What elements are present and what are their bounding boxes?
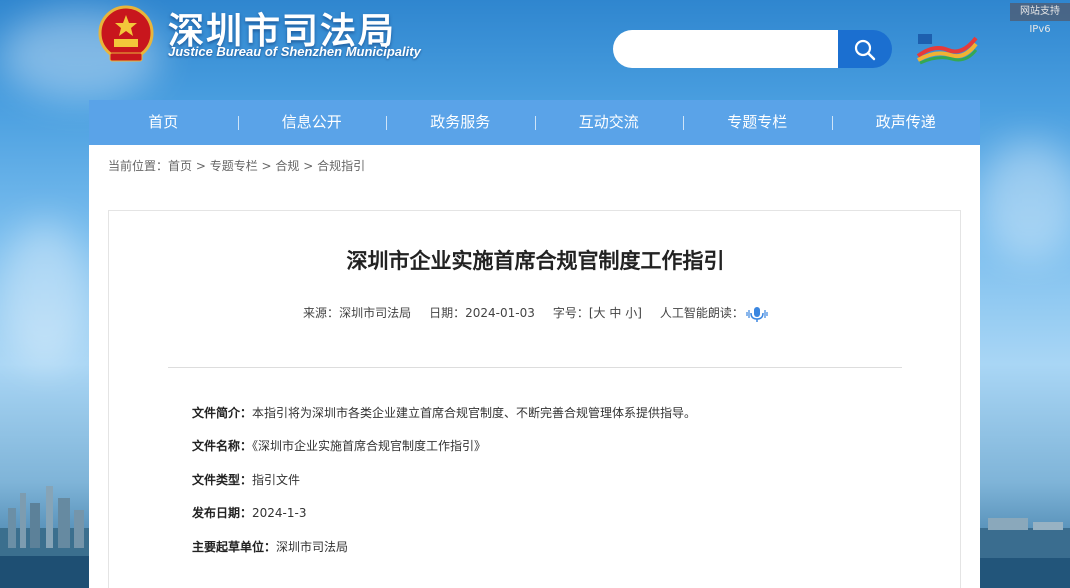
type-label: 文件类型： (192, 473, 253, 487)
nav-item-government-voice[interactable]: 政声传递 (831, 100, 981, 145)
font-size-medium-button[interactable]: 中 (609, 306, 621, 320)
nav-item-government-services[interactable]: 政务服务 (386, 100, 535, 145)
nav-item-interaction[interactable]: 互动交流 (534, 100, 684, 145)
info-row-type: 文件类型：指引文件 (192, 471, 300, 488)
breadcrumb-separator: > (192, 159, 210, 173)
national-emblem-icon[interactable] (98, 5, 154, 65)
shenzhen-china-logo-icon[interactable] (914, 30, 978, 66)
date-value: 2024-01-03 (465, 306, 535, 320)
ai-read-label: 人工智能朗读： (659, 306, 744, 320)
breadcrumb-link-home[interactable]: 首页 (168, 159, 192, 173)
drafter-value: 深圳市司法局 (276, 540, 349, 554)
microphone-icon[interactable] (746, 305, 768, 323)
city-skyline-right (978, 518, 1070, 588)
nav-item-home[interactable]: 首页 (89, 100, 238, 145)
article-title: 深圳市企业实施首席合规官制度工作指引 (346, 249, 725, 273)
info-row-summary: 文件简介：本指引将为深圳市各类企业建立首席合规官制度、不断完善合规管理体系提供指… (192, 404, 696, 421)
font-size-close-bracket: ] (637, 306, 642, 320)
cloud-decoration (980, 140, 1070, 260)
nav-item-special-topics[interactable]: 专题专栏 (683, 100, 832, 145)
breadcrumb-link-compliance-guide[interactable]: 合规指引 (317, 159, 365, 173)
pubdate-label: 发布日期： (192, 506, 253, 520)
font-size-small-button[interactable]: 小 (625, 306, 637, 320)
breadcrumb-separator: > (299, 159, 318, 173)
nav-item-info-disclosure[interactable]: 信息公开 (237, 100, 387, 145)
name-value: 《深圳市企业实施首席合规官制度工作指引》 (252, 439, 487, 453)
search-icon (854, 39, 876, 61)
search-button[interactable] (838, 30, 892, 68)
breadcrumb-link-special-topics[interactable]: 专题专栏 (210, 159, 258, 173)
font-size-large-button[interactable]: 大 (594, 306, 606, 320)
pubdate-value: 2024-1-3 (252, 506, 307, 520)
source-value: 深圳市司法局 (339, 306, 412, 320)
site-subtitle: Justice Bureau of Shenzhen Municipality (168, 44, 421, 59)
ipv6-badge: 网站支持IPv6 (1010, 3, 1070, 35)
main-panel: 首页 信息公开 政务服务 互动交流 专题专栏 政声传递 当前位置：首页 > 专题… (89, 100, 980, 588)
info-row-drafter: 主要起草单位：深圳市司法局 (192, 538, 348, 555)
info-row-pubdate: 发布日期：2024-1-3 (192, 504, 306, 521)
drafter-label: 主要起草单位： (192, 540, 277, 554)
breadcrumb: 当前位置：首页 > 专题专栏 > 合规 > 合规指引 (108, 157, 365, 174)
info-row-name: 文件名称：《深圳市企业实施首席合规官制度工作指引》 (192, 437, 486, 454)
article-container: 深圳市企业实施首席合规官制度工作指引 来源：深圳市司法局 日期：2024-01-0… (108, 210, 961, 588)
source-label: 来源： (303, 306, 340, 320)
city-skyline-left (0, 486, 92, 588)
breadcrumb-separator: > (257, 159, 276, 173)
breadcrumb-link-compliance[interactable]: 合规 (275, 159, 299, 173)
site-header: 深圳市司法局 Justice Bureau of Shenzhen Munici… (0, 0, 1070, 100)
main-nav: 首页 信息公开 政务服务 互动交流 专题专栏 政声传递 (89, 100, 980, 145)
cloud-decoration (0, 220, 90, 370)
search-input[interactable] (613, 30, 841, 68)
breadcrumb-prefix: 当前位置： (108, 159, 169, 173)
meta-divider (168, 367, 902, 368)
type-value: 指引文件 (252, 473, 301, 487)
date-label: 日期： (429, 306, 466, 320)
summary-label: 文件简介： (192, 406, 253, 420)
summary-value: 本指引将为深圳市各类企业建立首席合规官制度、不断完善合规管理体系提供指导。 (252, 406, 697, 420)
article-meta: 来源：深圳市司法局 日期：2024-01-03 字号：[大 中 小] 人工智能朗读： (109, 304, 962, 323)
font-size-label: 字号：[ (552, 306, 594, 320)
name-label: 文件名称： (192, 439, 253, 453)
